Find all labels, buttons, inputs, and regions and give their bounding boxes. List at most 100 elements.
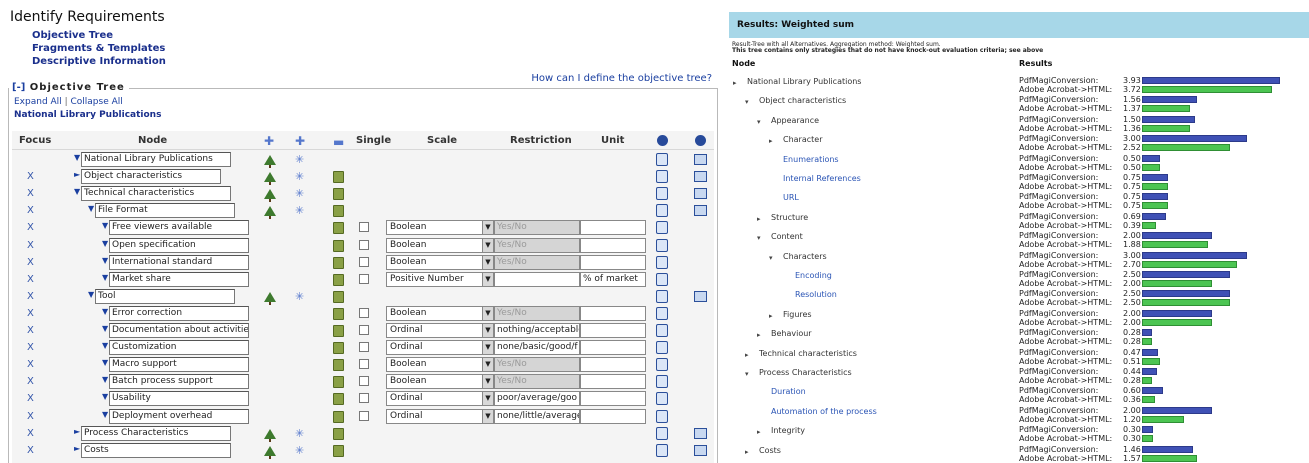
dropdown-arrow-icon[interactable]: ▼	[482, 358, 493, 372]
add-child-icon[interactable]: ✳	[295, 204, 304, 217]
delete-trash-icon[interactable]	[333, 171, 344, 184]
edit-info-icon[interactable]	[656, 255, 668, 269]
add-sibling-tree-icon[interactable]	[264, 427, 276, 442]
node-name-input[interactable]: Error correction	[109, 305, 249, 321]
restriction-input[interactable]: poor/average/goo	[494, 391, 580, 407]
delete-trash-icon[interactable]	[333, 427, 344, 440]
remove-focus-x[interactable]: X	[27, 188, 34, 199]
dropdown-arrow-icon[interactable]: ▼	[482, 221, 493, 235]
result-node-label[interactable]: Resolution	[795, 290, 837, 299]
edit-info-icon[interactable]	[656, 426, 668, 440]
delete-trash-icon[interactable]	[333, 239, 344, 252]
remove-focus-x[interactable]: X	[27, 274, 34, 285]
collapse-icon[interactable]: ▾	[757, 118, 761, 126]
result-node-label[interactable]: Automation of the process	[771, 407, 877, 416]
single-checkbox[interactable]	[359, 376, 369, 387]
add-sibling-tree-icon[interactable]	[264, 187, 276, 203]
expand-all-link[interactable]: Expand All	[14, 97, 62, 107]
collapse-arrow-icon[interactable]: ▼	[102, 410, 108, 419]
single-checkbox[interactable]	[359, 325, 369, 335]
edit-info-icon[interactable]	[656, 409, 668, 423]
collapse-icon[interactable]: ▾	[745, 98, 749, 106]
dropdown-arrow-icon[interactable]: ▼	[482, 255, 493, 269]
unit-input[interactable]: % of market	[580, 271, 646, 287]
unit-input[interactable]	[580, 305, 646, 321]
scale-select[interactable]: Ordinal ▼	[386, 340, 494, 356]
expand-icon[interactable]: ▸	[745, 448, 749, 456]
delete-trash-icon[interactable]	[333, 222, 344, 235]
breadcrumb[interactable]: National Library Publications	[14, 110, 161, 120]
edit-info-icon[interactable]	[656, 324, 668, 337]
expand-arrow-icon[interactable]: ►	[74, 444, 80, 453]
remove-focus-x[interactable]: X	[27, 325, 34, 336]
document-icon[interactable]	[694, 154, 707, 165]
node-name-input[interactable]: Technical characteristics	[81, 186, 231, 202]
unit-input[interactable]	[580, 237, 646, 253]
dropdown-arrow-icon[interactable]: ▼	[482, 324, 493, 337]
collapse-arrow-icon[interactable]: ▼	[88, 204, 94, 213]
document-icon[interactable]	[694, 427, 707, 439]
add-sibling-tree-icon[interactable]	[264, 444, 276, 459]
add-child-icon[interactable]: ✳	[295, 153, 304, 166]
remove-focus-x[interactable]: X	[27, 411, 34, 422]
add-sibling-tree-icon[interactable]	[264, 170, 276, 186]
collapse-arrow-icon[interactable]: ▼	[102, 239, 108, 248]
document-icon[interactable]	[694, 188, 707, 200]
collapse-icon[interactable]: ▾	[745, 370, 749, 378]
collapse-arrow-icon[interactable]: ▼	[102, 324, 108, 333]
expand-icon[interactable]: ▸	[757, 331, 761, 339]
node-name-input[interactable]: Batch process support	[109, 374, 249, 390]
remove-focus-x[interactable]: X	[27, 240, 34, 251]
scale-select[interactable]: Boolean ▼	[386, 357, 494, 373]
collapse-arrow-icon[interactable]: ▼	[102, 256, 108, 265]
node-name-input[interactable]: Macro support	[109, 357, 249, 373]
add-sibling-tree-icon[interactable]	[264, 153, 276, 168]
add-sibling-tree-icon[interactable]	[264, 204, 276, 220]
remove-focus-x[interactable]: X	[27, 393, 34, 404]
scale-select[interactable]: Boolean ▼	[386, 374, 494, 390]
dropdown-arrow-icon[interactable]: ▼	[482, 409, 493, 423]
edit-info-icon[interactable]	[656, 221, 668, 235]
single-checkbox[interactable]	[359, 273, 369, 284]
unit-input[interactable]	[580, 220, 646, 236]
edit-info-icon[interactable]	[656, 238, 668, 252]
unit-input[interactable]	[580, 323, 646, 338]
single-checkbox[interactable]	[359, 222, 369, 233]
single-checkbox[interactable]	[359, 256, 369, 267]
unit-input[interactable]	[580, 408, 646, 424]
result-node-label[interactable]: Internal References	[783, 174, 861, 183]
add-sibling-tree-icon[interactable]	[264, 290, 276, 305]
node-name-input[interactable]: Costs	[81, 442, 231, 458]
node-name-input[interactable]: International standard	[109, 254, 249, 270]
collapse-arrow-icon[interactable]: ▼	[88, 290, 94, 299]
collapse-arrow-icon[interactable]: ▼	[102, 375, 108, 384]
delete-trash-icon[interactable]	[333, 290, 344, 303]
dropdown-arrow-icon[interactable]: ▼	[482, 392, 493, 406]
delete-trash-icon[interactable]	[333, 342, 344, 355]
edit-info-icon[interactable]	[656, 306, 668, 320]
result-node-label[interactable]: Enumerations	[783, 155, 839, 164]
expand-arrow-icon[interactable]: ►	[74, 427, 80, 436]
dropdown-arrow-icon[interactable]: ▼	[482, 238, 493, 252]
edit-info-icon[interactable]	[656, 289, 668, 303]
dropdown-arrow-icon[interactable]: ▼	[482, 306, 493, 320]
single-checkbox[interactable]	[359, 342, 369, 353]
dropdown-arrow-icon[interactable]: ▼	[482, 341, 493, 355]
scale-select[interactable]: Boolean ▼	[386, 237, 494, 253]
delete-trash-icon[interactable]	[333, 307, 344, 320]
expand-icon[interactable]: ▸	[745, 351, 749, 359]
remove-focus-x[interactable]: X	[27, 222, 34, 233]
collapse-arrow-icon[interactable]: ▼	[102, 358, 108, 367]
help-icon[interactable]	[657, 135, 668, 146]
node-name-input[interactable]: Tool	[95, 288, 235, 304]
delete-trash-icon[interactable]	[333, 359, 344, 372]
collapse-arrow-icon[interactable]: ▼	[102, 273, 108, 282]
scale-select[interactable]: Positive Number ▼	[386, 271, 494, 287]
remove-focus-x[interactable]: X	[27, 428, 34, 439]
node-name-input[interactable]: Market share	[109, 271, 249, 287]
help-link[interactable]: How can I define the objective tree?	[531, 73, 712, 84]
node-name-input[interactable]: Process Characteristics	[81, 425, 231, 441]
single-checkbox[interactable]	[359, 410, 369, 421]
remove-focus-x[interactable]: X	[27, 359, 34, 370]
unit-input[interactable]	[580, 340, 646, 356]
